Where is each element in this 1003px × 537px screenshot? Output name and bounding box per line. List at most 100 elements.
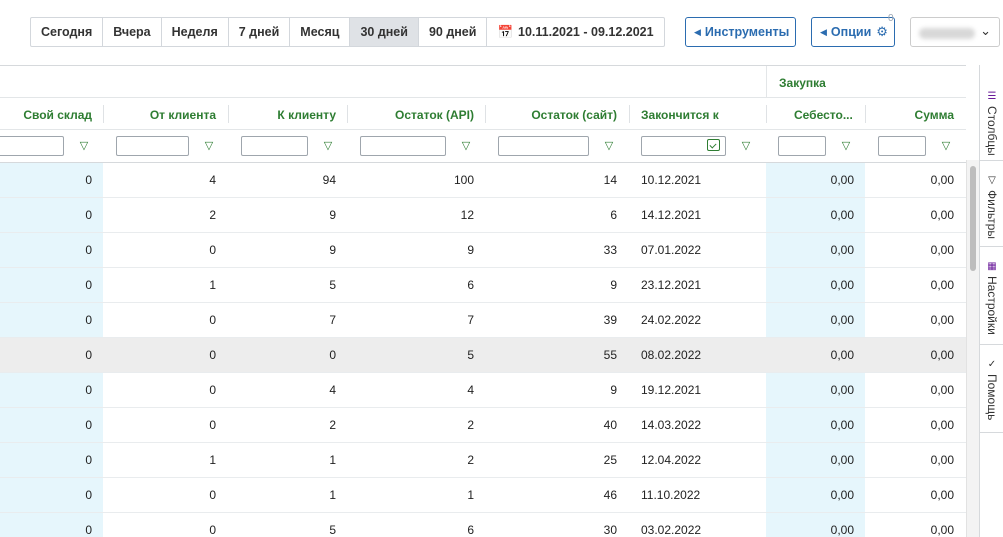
cell-stock-api: 9 bbox=[467, 243, 474, 257]
column-header-to-client[interactable]: К клиенту bbox=[277, 108, 336, 122]
cell-cost: 0,00 bbox=[830, 208, 854, 222]
cell-cost: 0,00 bbox=[830, 418, 854, 432]
cell-cost: 0,00 bbox=[830, 383, 854, 397]
tools-label: Инструменты bbox=[704, 25, 790, 39]
side-tab-settings[interactable]: ▦ Настройки bbox=[980, 255, 1003, 345]
column-header-sum[interactable]: Сумма bbox=[915, 108, 954, 122]
cell-stock-site: 33 bbox=[603, 243, 617, 257]
cell-to-client: 4 bbox=[329, 383, 336, 397]
filter-input-own-stock[interactable] bbox=[0, 136, 64, 156]
period-week-button[interactable]: Неделя bbox=[162, 18, 229, 46]
cell-cost: 0,00 bbox=[830, 278, 854, 292]
period-30-days-button[interactable]: 30 дней bbox=[350, 18, 419, 46]
period-yesterday-button[interactable]: Вчера bbox=[103, 18, 162, 46]
column-header-stock-site[interactable]: Остаток (сайт) bbox=[531, 108, 617, 122]
filter-icon[interactable]: ▽ bbox=[202, 139, 216, 153]
cell-stock-api: 7 bbox=[467, 313, 474, 327]
cell-to-client: 7 bbox=[329, 313, 336, 327]
cell-own-stock: 0 bbox=[85, 348, 92, 362]
column-header-cost[interactable]: Себесто... bbox=[794, 108, 853, 122]
scrollbar-thumb[interactable] bbox=[970, 166, 976, 271]
filter-input-stock-site[interactable] bbox=[498, 136, 589, 156]
filter-icon[interactable]: ▽ bbox=[939, 139, 953, 153]
column-separator[interactable] bbox=[629, 105, 630, 123]
column-separator[interactable] bbox=[865, 105, 866, 123]
check-icon: ✓ bbox=[986, 359, 998, 370]
side-tab-help-content: ✓ Помощь bbox=[985, 359, 999, 420]
column-separator[interactable] bbox=[485, 105, 486, 123]
period-90-days-button[interactable]: 90 дней bbox=[419, 18, 488, 46]
options-button[interactable]: ◀ Опции ⚙ bbox=[811, 17, 895, 47]
columns-icon: ☰ bbox=[986, 91, 998, 102]
filter-input-to-client[interactable] bbox=[241, 136, 308, 156]
table-row[interactable]: 0 0 4 4 9 19.12.2021 0,00 0,00 bbox=[0, 373, 966, 408]
side-tab-filters-content: ▽ Фильтры bbox=[985, 175, 999, 239]
filter-icon[interactable]: ▽ bbox=[602, 139, 616, 153]
group-header-purchase: Закупка bbox=[779, 76, 826, 90]
cell-from-client: 1 bbox=[209, 278, 216, 292]
filter-input-sum[interactable] bbox=[878, 136, 926, 156]
cell-to-client: 9 bbox=[329, 243, 336, 257]
column-separator[interactable] bbox=[347, 105, 348, 123]
column-header-own-stock[interactable]: Свой склад bbox=[23, 108, 92, 122]
table-row[interactable]: 0 0 5 6 30 03.02.2022 0,00 0,00 bbox=[0, 513, 966, 537]
column-separator[interactable] bbox=[228, 105, 229, 123]
filter-icon[interactable]: ▽ bbox=[459, 139, 473, 153]
cell-from-client: 0 bbox=[209, 523, 216, 537]
filter-icon: ▽ bbox=[986, 175, 998, 186]
table-row[interactable]: 0 0 2 2 40 14.03.2022 0,00 0,00 bbox=[0, 408, 966, 443]
column-header-runs-out-by[interactable]: Закончится к bbox=[641, 108, 719, 122]
filter-input-from-client[interactable] bbox=[116, 136, 189, 156]
filter-icon[interactable]: ▽ bbox=[839, 139, 853, 153]
filter-input-stock-api[interactable] bbox=[360, 136, 446, 156]
options-badge: 0 bbox=[888, 13, 894, 24]
cell-runs-out-by: 19.12.2021 bbox=[641, 383, 702, 397]
cell-stock-site: 14 bbox=[603, 173, 617, 187]
cell-own-stock: 0 bbox=[85, 208, 92, 222]
tools-button[interactable]: ◀ Инструменты bbox=[685, 17, 796, 47]
table-row[interactable]: 0 0 9 9 33 07.01.2022 0,00 0,00 bbox=[0, 233, 966, 268]
cell-stock-api: 2 bbox=[467, 453, 474, 467]
cell-stock-api: 1 bbox=[467, 488, 474, 502]
cell-stock-site: 9 bbox=[610, 383, 617, 397]
period-today-button[interactable]: Сегодня bbox=[31, 18, 104, 46]
cell-cost: 0,00 bbox=[830, 173, 854, 187]
table-row[interactable]: 0 4 94 100 14 10.12.2021 0,00 0,00 bbox=[0, 163, 966, 198]
column-header-stock-api[interactable]: Остаток (API) bbox=[395, 108, 474, 122]
cell-from-client: 0 bbox=[209, 313, 216, 327]
cell-cost: 0,00 bbox=[830, 243, 854, 257]
table-row[interactable]: 0 0 0 5 55 08.02.2022 0,00 0,00 bbox=[0, 338, 966, 373]
group-separator bbox=[766, 66, 767, 98]
filter-icon[interactable]: ▽ bbox=[739, 139, 753, 153]
side-tab-help[interactable]: ✓ Помощь bbox=[980, 353, 1003, 433]
grid-body: 0 4 94 100 14 10.12.2021 0,00 0,00 0 2 9 12 6 14.12.2… bbox=[0, 163, 966, 537]
filter-icon[interactable]: ▽ bbox=[321, 139, 335, 153]
cell-runs-out-by: 24.02.2022 bbox=[641, 313, 702, 327]
cell-own-stock: 0 bbox=[85, 418, 92, 432]
table-row[interactable]: 0 0 7 7 39 24.02.2022 0,00 0,00 bbox=[0, 303, 966, 338]
chevron-left-icon: ◀ bbox=[820, 26, 827, 37]
vertical-scrollbar[interactable] bbox=[966, 160, 979, 537]
user-name-blurred bbox=[919, 28, 975, 39]
table-row[interactable]: 0 2 9 12 6 14.12.2021 0,00 0,00 bbox=[0, 198, 966, 233]
cell-stock-api: 6 bbox=[467, 278, 474, 292]
side-tab-filters[interactable]: ▽ Фильтры bbox=[980, 169, 1003, 247]
period-month-button[interactable]: Месяц bbox=[290, 18, 351, 46]
side-tab-columns[interactable]: ☰ Столбцы bbox=[980, 85, 1003, 161]
cell-from-client: 4 bbox=[209, 173, 216, 187]
group-header-row: Закупка bbox=[0, 66, 966, 98]
column-separator[interactable] bbox=[766, 105, 767, 123]
table-row[interactable]: 0 1 5 6 9 23.12.2021 0,00 0,00 bbox=[0, 268, 966, 303]
cell-to-client: 94 bbox=[322, 173, 336, 187]
table-row[interactable]: 0 1 1 2 25 12.04.2022 0,00 0,00 bbox=[0, 443, 966, 478]
filter-input-cost[interactable] bbox=[778, 136, 826, 156]
date-range-button[interactable]: 📅 10.11.2021 - 09.12.2021 bbox=[487, 18, 663, 46]
column-header-from-client[interactable]: От клиента bbox=[150, 108, 216, 122]
filter-icon[interactable]: ▽ bbox=[77, 139, 91, 153]
cell-to-client: 2 bbox=[329, 418, 336, 432]
calendar-check-icon[interactable] bbox=[707, 139, 720, 151]
user-dropdown[interactable]: ⌄ bbox=[910, 17, 1000, 47]
column-separator[interactable] bbox=[103, 105, 104, 123]
period-7-days-button[interactable]: 7 дней bbox=[229, 18, 291, 46]
table-row[interactable]: 0 0 1 1 46 11.10.2022 0,00 0,00 bbox=[0, 478, 966, 513]
